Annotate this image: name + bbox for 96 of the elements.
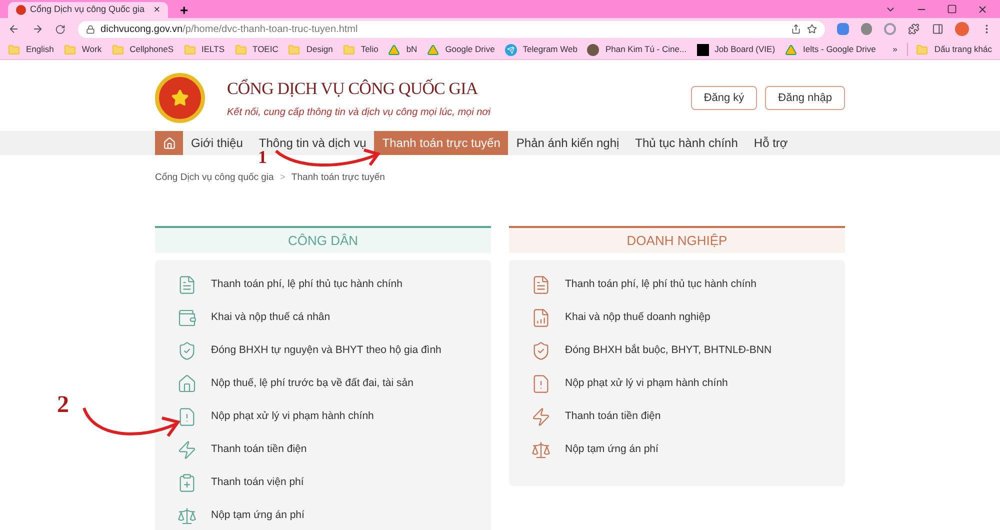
breadcrumb-link[interactable]: Cổng Dịch vụ công quốc gia bbox=[155, 171, 274, 186]
folder-icon bbox=[112, 44, 124, 56]
bookmark-item[interactable]: Telio bbox=[342, 43, 378, 56]
lightning-icon bbox=[531, 406, 551, 427]
home-icon bbox=[162, 136, 176, 150]
back-icon[interactable] bbox=[8, 23, 20, 35]
scales-icon bbox=[177, 506, 197, 526]
wallet-icon bbox=[177, 308, 197, 328]
service-link[interactable]: Nộp phạt xử lý vi phạm hành chính bbox=[177, 400, 469, 434]
register-button[interactable]: Đăng ký bbox=[690, 86, 758, 110]
folder-icon bbox=[184, 44, 196, 56]
service-link[interactable]: Nộp thuế, lệ phí trước bạ về đất đai, tài sản bbox=[177, 367, 469, 400]
service-link[interactable]: Thanh toán phí, lệ phí thủ tục hành chính bbox=[177, 268, 469, 302]
profile-avatar[interactable] bbox=[955, 22, 968, 36]
nav-item[interactable]: Thủ tục hành chính bbox=[627, 131, 746, 155]
drive-icon bbox=[388, 44, 400, 56]
lightning-icon bbox=[177, 440, 197, 460]
breadcrumb-current: Thanh toán trực tuyến bbox=[291, 171, 385, 185]
bookmark-item[interactable]: English bbox=[8, 43, 54, 56]
nav-item[interactable]: Giới thiệu bbox=[183, 131, 251, 155]
url-text: dichvucong.gov.vn/p/home/dvc-thanh-toan-truc-tuyen.html bbox=[100, 22, 359, 36]
drive-icon bbox=[427, 44, 440, 56]
bookmark-item[interactable]: Ielts - Google Drive bbox=[785, 43, 876, 56]
service-link[interactable]: Nộp phạt xử lý vi phạm hành chính bbox=[531, 367, 823, 400]
bookmark-item[interactable]: CellphoneS bbox=[112, 43, 174, 56]
forward-icon[interactable] bbox=[32, 23, 43, 35]
star-icon bbox=[171, 89, 189, 107]
document-icon bbox=[177, 274, 197, 295]
service-link[interactable]: Khai và nộp thuế doanh nghiệp bbox=[531, 301, 823, 334]
new-tab-button[interactable]: + bbox=[180, 2, 188, 18]
nav-item[interactable]: Thanh toán trực tuyến bbox=[374, 131, 508, 155]
folder-icon bbox=[288, 44, 300, 56]
board-icon bbox=[696, 44, 709, 56]
avatar-icon bbox=[587, 44, 600, 56]
document-icon bbox=[531, 274, 551, 295]
annotation-number: 2 bbox=[57, 391, 69, 420]
share-icon[interactable] bbox=[791, 24, 802, 34]
bookmark-item[interactable]: Google Drive bbox=[427, 43, 495, 56]
bookmark-item[interactable]: Phan Kim Tú - Cine... bbox=[587, 43, 687, 56]
service-link[interactable]: Thanh toán viện phí bbox=[177, 466, 469, 500]
emblem-icon bbox=[16, 5, 26, 15]
service-link[interactable]: Nộp tạm ứng án phí bbox=[177, 499, 469, 530]
warning-document-icon bbox=[531, 374, 551, 394]
translate-icon[interactable] bbox=[837, 23, 849, 35]
service-link[interactable]: Thanh toán phí, lệ phí thủ tục hành chính bbox=[531, 268, 823, 302]
section-header: CÔNG DÂN bbox=[155, 226, 491, 254]
home-button[interactable] bbox=[155, 131, 183, 155]
scales-icon bbox=[531, 440, 551, 460]
folder-icon bbox=[342, 44, 355, 56]
bookmark-item[interactable]: TOEIC bbox=[234, 43, 278, 56]
drive-icon bbox=[785, 44, 798, 56]
address-bar[interactable]: dichvucong.gov.vn/p/home/dvc-thanh-toan-truc-tuyen.html bbox=[78, 20, 826, 38]
bookmark-item[interactable]: IELTS bbox=[184, 43, 225, 56]
bookmark-item[interactable]: Work bbox=[64, 43, 102, 56]
bookmark-item[interactable]: Design bbox=[288, 43, 333, 56]
lock-icon bbox=[86, 24, 95, 34]
shield-icon bbox=[531, 340, 551, 361]
tab-title: Cổng Dịch vụ công Quốc gia bbox=[30, 3, 146, 16]
site-tagline: Kết nối, cung cấp thông tin và dịch vụ công mọi lúc, mọi nơi bbox=[227, 106, 490, 120]
breadcrumb-separator: > bbox=[280, 171, 286, 185]
side-panel-icon[interactable] bbox=[932, 23, 944, 35]
section-header: DOANH NGHIỆP bbox=[509, 226, 845, 254]
service-link[interactable]: Đóng BHXH tự nguyện và BHYT theo hộ gia đình bbox=[177, 334, 469, 368]
maximize-icon[interactable] bbox=[947, 4, 957, 14]
service-link[interactable]: Nộp tạm ứng án phí bbox=[531, 433, 823, 466]
folder-icon bbox=[916, 44, 928, 56]
bookmark-item[interactable]: bN bbox=[388, 43, 418, 56]
folder-icon bbox=[234, 44, 247, 56]
paper-plane-icon bbox=[504, 44, 517, 56]
service-link[interactable]: Thanh toán tiền điện bbox=[177, 433, 469, 466]
service-link[interactable]: Khai và nộp thuế cá nhân bbox=[177, 301, 469, 334]
close-icon[interactable] bbox=[977, 4, 988, 14]
nav-item[interactable]: Hỗ trợ bbox=[746, 131, 796, 155]
nav-item[interactable]: Phản ánh kiến nghị bbox=[508, 131, 628, 155]
bookmark-star-icon[interactable] bbox=[807, 24, 818, 34]
bookmark-item[interactable]: Job Board (VIE) bbox=[696, 43, 776, 56]
service-link[interactable]: Đóng BHXH bắt buộc, BHYT, BHTNLĐ-BNN bbox=[531, 334, 823, 368]
more-bookmarks-button[interactable]: » bbox=[892, 43, 898, 56]
login-button[interactable]: Đăng nhập bbox=[765, 86, 845, 110]
extensions-icon[interactable] bbox=[908, 23, 920, 35]
reload-icon[interactable] bbox=[55, 24, 66, 34]
bookmark-item[interactable]: Telegram Web bbox=[504, 43, 578, 56]
site-title: CỔNG DỊCH VỤ CÔNG QUỐC GIA bbox=[227, 78, 479, 100]
close-tab-button[interactable]: × bbox=[154, 2, 160, 18]
annotation-number: 1 bbox=[258, 148, 267, 166]
service-link[interactable]: Thanh toán tiền điện bbox=[531, 400, 823, 434]
clipboard-icon bbox=[177, 472, 197, 493]
folder-icon bbox=[64, 44, 76, 56]
bookmark-item[interactable]: Dấu trang khác bbox=[907, 43, 992, 56]
browser-tab[interactable]: Cổng Dịch vụ công Quốc gia × bbox=[8, 2, 168, 18]
warning-document-icon bbox=[177, 406, 197, 427]
extension-icon[interactable] bbox=[860, 23, 872, 35]
shield-icon bbox=[177, 340, 197, 361]
house-icon bbox=[177, 374, 197, 394]
folder-icon bbox=[8, 44, 20, 56]
chart-document-icon bbox=[531, 308, 551, 328]
